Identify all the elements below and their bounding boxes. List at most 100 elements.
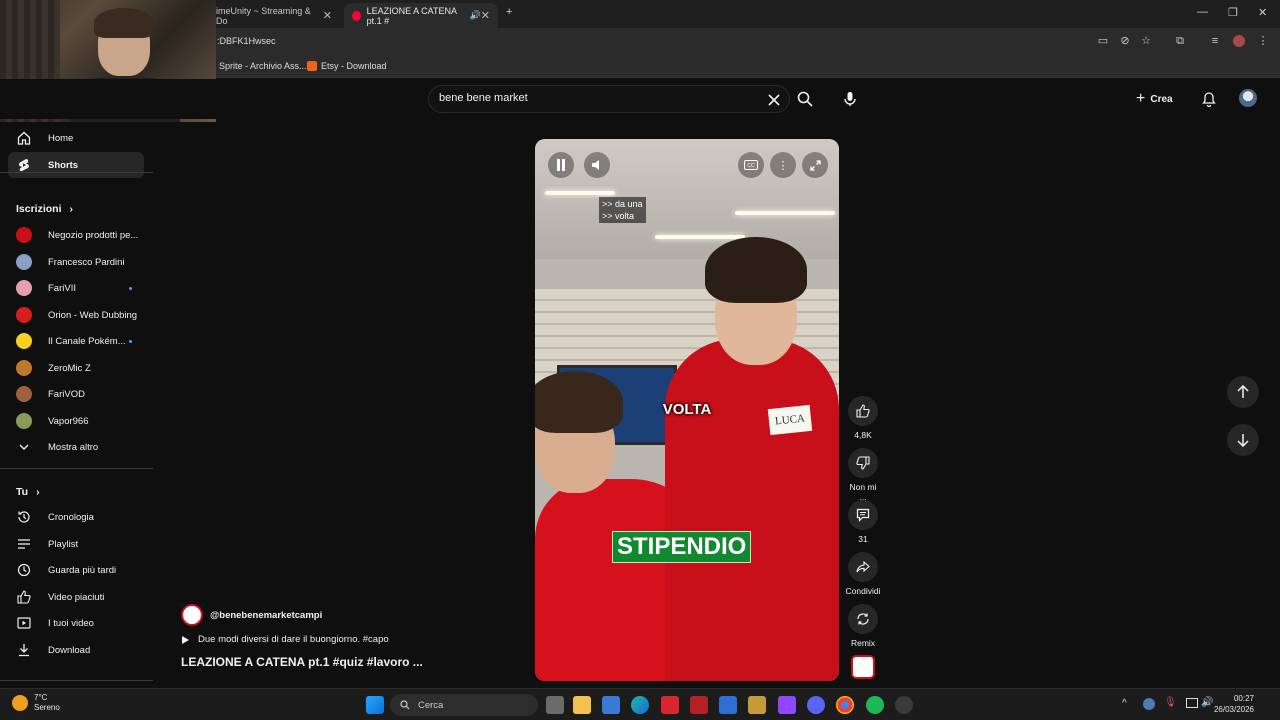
share-button[interactable]: Condividi bbox=[845, 552, 881, 596]
sidebar-item-history[interactable]: Cronologia bbox=[8, 504, 144, 530]
download-icon bbox=[16, 642, 32, 658]
remix-icon bbox=[848, 604, 878, 634]
more-options-icon[interactable]: ⋮ bbox=[770, 152, 796, 178]
tray-monitor-icon[interactable] bbox=[1186, 698, 1198, 708]
media-control-icon[interactable]: ≡ bbox=[1209, 35, 1221, 47]
tray-chevron-up-icon[interactable]: ^ bbox=[1122, 698, 1127, 709]
sidebar-subscription[interactable]: Vapor966 bbox=[8, 408, 144, 434]
sidebar-item-home[interactable]: Home bbox=[8, 125, 144, 151]
play-icon bbox=[182, 635, 189, 644]
youtube-favicon-icon bbox=[352, 10, 361, 21]
sidebar-subscription[interactable]: ZeroMic Z bbox=[8, 355, 144, 381]
channel-name[interactable]: @benebenemarketcampi bbox=[210, 610, 322, 621]
new-tab-icon[interactable]: + bbox=[506, 6, 512, 18]
voice-search-icon[interactable] bbox=[839, 88, 861, 110]
show-more-button[interactable]: Mostra altro bbox=[8, 434, 144, 460]
spotify-icon[interactable] bbox=[866, 696, 884, 714]
search-icon bbox=[400, 700, 410, 710]
channel-avatar bbox=[16, 333, 32, 349]
previous-short-button[interactable] bbox=[1227, 376, 1259, 408]
twitch-icon[interactable] bbox=[778, 696, 796, 714]
mcafee-icon[interactable] bbox=[690, 696, 708, 714]
taskbar-search[interactable]: Cerca bbox=[390, 694, 538, 716]
volume-icon[interactable] bbox=[584, 152, 610, 178]
sidebar-subscription[interactable]: Francesco Pardini bbox=[8, 249, 144, 275]
sidebar-subscription[interactable]: Orion - Web Dubbing bbox=[8, 302, 144, 328]
cast-icon[interactable]: ▭ bbox=[1097, 35, 1109, 47]
audio-playing-icon[interactable]: 🔊 bbox=[470, 10, 481, 21]
windows-start-icon[interactable] bbox=[366, 696, 384, 714]
notifications-bell-icon[interactable] bbox=[1198, 88, 1220, 110]
sidebar-item-liked[interactable]: Video piaciuti bbox=[8, 584, 144, 610]
subscriptions-header[interactable]: Iscrizioni › bbox=[16, 203, 73, 215]
sidebar-item-your-videos[interactable]: I tuoi video bbox=[8, 610, 144, 636]
tab-title: imeUnity ~ Streaming & Do bbox=[216, 5, 311, 26]
close-tab-icon[interactable]: ✕ bbox=[323, 9, 332, 22]
sidebar-subscription[interactable]: FariVII bbox=[8, 275, 144, 301]
tray-volume-icon[interactable]: 🔊 bbox=[1201, 697, 1213, 708]
video-title[interactable]: LEAZIONE A CATENA pt.1 #quiz #lavoro ... bbox=[181, 655, 423, 669]
next-short-button[interactable] bbox=[1227, 424, 1259, 456]
browser-tab-active[interactable]: LEAZIONE A CATENA pt.1 # 🔊 ✕ bbox=[344, 3, 498, 28]
browser-menu-icon[interactable]: ⋮ bbox=[1257, 35, 1269, 47]
browser-tab[interactable]: imeUnity ~ Streaming & Do ✕ bbox=[208, 3, 340, 28]
tray-mic-icon[interactable]: 🎙 bbox=[1164, 697, 1177, 708]
sidebar-item-playlist[interactable]: Playlist bbox=[8, 531, 144, 557]
channel-thumbnail[interactable] bbox=[851, 655, 875, 679]
comment-count: 31 bbox=[858, 534, 868, 544]
clear-search-icon[interactable] bbox=[763, 89, 785, 111]
thumbs-up-icon bbox=[848, 396, 878, 426]
create-button[interactable]: + Crea bbox=[1136, 89, 1173, 109]
channel-avatar bbox=[16, 360, 32, 376]
your-videos-icon bbox=[16, 615, 32, 631]
discord-icon[interactable] bbox=[807, 696, 825, 714]
close-tab-icon[interactable]: ✕ bbox=[481, 9, 490, 22]
shorts-video-player[interactable]: LUCA >> da una >> volta VOLTA STIPENDIO … bbox=[535, 139, 839, 681]
search-icon[interactable] bbox=[794, 88, 816, 110]
taskbar-clock[interactable]: 00:27 26/03/2026 bbox=[1214, 693, 1254, 715]
comments-button[interactable]: 31 bbox=[845, 500, 881, 544]
captions-icon[interactable]: CC bbox=[738, 152, 764, 178]
thumbs-up-icon bbox=[16, 589, 32, 605]
dislike-button[interactable]: Non mi ... bbox=[845, 448, 881, 502]
sidebar-item-download[interactable]: Download bbox=[8, 637, 144, 663]
minimize-icon[interactable]: — bbox=[1197, 6, 1208, 18]
edge-icon[interactable] bbox=[631, 696, 649, 714]
sidebar-subscription[interactable]: Il Canale Pokém... bbox=[8, 328, 144, 354]
sidebar-subscription[interactable]: FariVOD bbox=[8, 381, 144, 407]
fullscreen-icon[interactable] bbox=[802, 152, 828, 178]
app-l-icon[interactable] bbox=[661, 696, 679, 714]
bookmark-star-icon[interactable]: ☆ bbox=[1140, 35, 1152, 47]
profile-icon[interactable] bbox=[1233, 35, 1245, 47]
pause-icon[interactable] bbox=[548, 152, 574, 178]
bookmark-item[interactable]: Sprite - Archivio Ass... bbox=[219, 61, 307, 71]
close-window-icon[interactable]: ✕ bbox=[1258, 6, 1267, 19]
task-view-icon[interactable] bbox=[546, 696, 564, 714]
mail-icon[interactable] bbox=[719, 696, 737, 714]
remix-button[interactable]: Remix bbox=[845, 604, 881, 648]
youtube-header: + Crea bbox=[0, 79, 1280, 119]
weather-widget[interactable]: 7°C Sereno bbox=[12, 693, 60, 713]
channel-avatar[interactable] bbox=[181, 604, 203, 626]
chrome-icon[interactable] bbox=[836, 696, 854, 714]
search-input[interactable] bbox=[439, 92, 739, 104]
hide-icon[interactable]: ⊘ bbox=[1119, 35, 1131, 47]
extensions-icon[interactable]: ⧉ bbox=[1174, 35, 1186, 47]
store-icon[interactable] bbox=[602, 696, 620, 714]
game-icon[interactable] bbox=[748, 696, 766, 714]
video-description[interactable]: Due modi diversi di dare il buongiorno. … bbox=[181, 634, 389, 645]
sidebar-subscription[interactable]: Negozio prodotti pe... bbox=[8, 222, 144, 248]
like-button[interactable]: 4,8K bbox=[845, 396, 881, 440]
url-field[interactable]: :DBFK1Hwsec bbox=[217, 36, 276, 46]
bookmark-item[interactable]: Etsy - Download bbox=[307, 61, 387, 71]
sidebar-item-watch-later[interactable]: Guarda più tardi bbox=[8, 557, 144, 583]
you-header[interactable]: Tu › bbox=[16, 486, 40, 498]
app-icon[interactable] bbox=[895, 696, 913, 714]
restore-icon[interactable]: ❐ bbox=[1228, 6, 1238, 19]
sidebar-item-shorts[interactable]: Shorts bbox=[8, 152, 144, 178]
tray-cloud-icon[interactable] bbox=[1143, 698, 1155, 710]
account-avatar[interactable] bbox=[1239, 89, 1257, 107]
history-icon bbox=[16, 509, 32, 525]
file-explorer-icon[interactable] bbox=[573, 696, 591, 714]
search-box[interactable] bbox=[428, 85, 790, 113]
